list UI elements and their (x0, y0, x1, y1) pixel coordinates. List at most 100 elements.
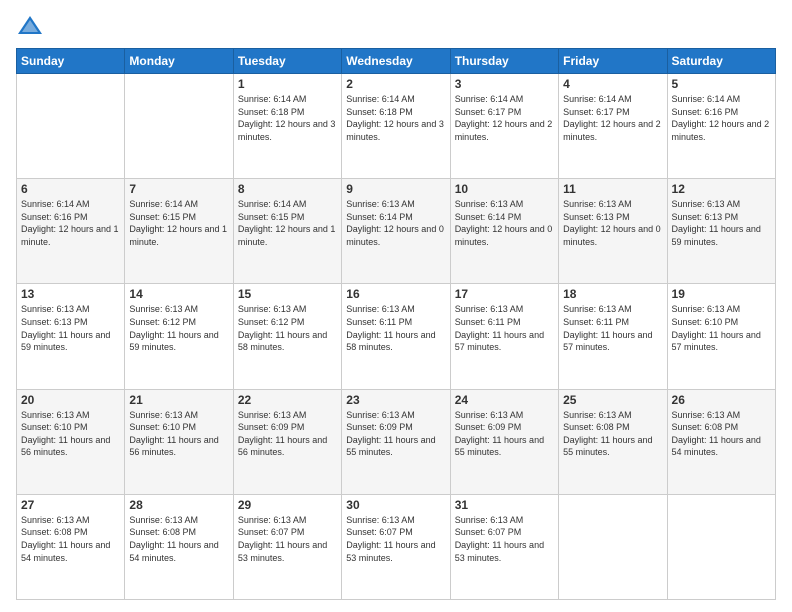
calendar-cell: 20 Sunrise: 6:13 AM Sunset: 6:10 PM Dayli… (17, 389, 125, 494)
logo-icon (16, 12, 44, 40)
cell-info: Sunrise: 6:13 AM Sunset: 6:07 PM Dayligh… (346, 514, 445, 564)
cell-info: Sunrise: 6:13 AM Sunset: 6:14 PM Dayligh… (455, 198, 554, 248)
day-number: 11 (563, 182, 662, 196)
calendar-cell: 24Sunrise: 6:13 AM Sunset: 6:09 PM Dayli… (450, 389, 558, 494)
day-number: 22 (238, 393, 337, 407)
cell-info: Sunrise: 6:13 AM Sunset: 6:10 PM Dayligh… (21, 409, 120, 459)
calendar-cell: 1 Sunrise: 6:14 AM Sunset: 6:18 PM Daylig… (233, 74, 341, 179)
day-number: 8 (238, 182, 337, 196)
cell-info: Sunrise: 6:13 AM Sunset: 6:08 PM Dayligh… (21, 514, 120, 564)
day-number: 23 (346, 393, 445, 407)
day-of-week-header: Tuesday (233, 49, 341, 74)
cell-info: Sunrise: 6:13 AM Sunset: 6:09 PM Dayligh… (238, 409, 337, 459)
calendar-week-row: 27 Sunrise: 6:13 AM Sunset: 6:08 PM Dayli… (17, 494, 776, 599)
calendar-cell: 2 Sunrise: 6:14 AM Sunset: 6:18 PM Daylig… (342, 74, 450, 179)
day-of-week-header: Wednesday (342, 49, 450, 74)
calendar-table: SundayMondayTuesdayWednesdayThursdayFrid… (16, 48, 776, 600)
day-number: 13 (21, 287, 120, 301)
cell-info: Sunrise: 6:13 AM Sunset: 6:12 PM Dayligh… (129, 303, 228, 353)
calendar-cell: 25Sunrise: 6:13 AM Sunset: 6:08 PM Dayli… (559, 389, 667, 494)
day-number: 31 (455, 498, 554, 512)
day-number: 1 (238, 77, 337, 91)
calendar-cell: 8 Sunrise: 6:14 AM Sunset: 6:15 PM Daylig… (233, 179, 341, 284)
day-number: 19 (672, 287, 771, 301)
calendar-week-row: 1 Sunrise: 6:14 AM Sunset: 6:18 PM Daylig… (17, 74, 776, 179)
calendar-cell: 13 Sunrise: 6:13 AM Sunset: 6:13 PM Dayli… (17, 284, 125, 389)
day-number: 4 (563, 77, 662, 91)
day-number: 18 (563, 287, 662, 301)
cell-info: Sunrise: 6:13 AM Sunset: 6:12 PM Dayligh… (238, 303, 337, 353)
cell-info: Sunrise: 6:14 AM Sunset: 6:18 PM Dayligh… (238, 93, 337, 143)
calendar-cell: 9Sunrise: 6:13 AM Sunset: 6:14 PM Daylig… (342, 179, 450, 284)
calendar-cell: 30Sunrise: 6:13 AM Sunset: 6:07 PM Dayli… (342, 494, 450, 599)
calendar-cell (125, 74, 233, 179)
cell-info: Sunrise: 6:13 AM Sunset: 6:11 PM Dayligh… (455, 303, 554, 353)
cell-info: Sunrise: 6:14 AM Sunset: 6:17 PM Dayligh… (563, 93, 662, 143)
calendar-cell: 26 Sunrise: 6:13 AM Sunset: 6:08 PM Dayli… (667, 389, 775, 494)
calendar-cell: 29 Sunrise: 6:13 AM Sunset: 6:07 PM Dayli… (233, 494, 341, 599)
day-number: 3 (455, 77, 554, 91)
calendar-cell: 27 Sunrise: 6:13 AM Sunset: 6:08 PM Dayli… (17, 494, 125, 599)
calendar-cell: 31 Sunrise: 6:13 AM Sunset: 6:07 PM Dayli… (450, 494, 558, 599)
cell-info: Sunrise: 6:13 AM Sunset: 6:13 PM Dayligh… (672, 198, 771, 248)
calendar-cell: 5Sunrise: 6:14 AM Sunset: 6:16 PM Daylig… (667, 74, 775, 179)
day-number: 15 (238, 287, 337, 301)
cell-info: Sunrise: 6:13 AM Sunset: 6:10 PM Dayligh… (672, 303, 771, 353)
calendar-cell: 3Sunrise: 6:14 AM Sunset: 6:17 PM Daylig… (450, 74, 558, 179)
calendar-cell: 21 Sunrise: 6:13 AM Sunset: 6:10 PM Dayli… (125, 389, 233, 494)
cell-info: Sunrise: 6:13 AM Sunset: 6:13 PM Dayligh… (21, 303, 120, 353)
day-number: 26 (672, 393, 771, 407)
cell-info: Sunrise: 6:13 AM Sunset: 6:07 PM Dayligh… (238, 514, 337, 564)
cell-info: Sunrise: 6:14 AM Sunset: 6:15 PM Dayligh… (238, 198, 337, 248)
day-number: 21 (129, 393, 228, 407)
day-number: 20 (21, 393, 120, 407)
calendar-week-row: 13 Sunrise: 6:13 AM Sunset: 6:13 PM Dayli… (17, 284, 776, 389)
day-number: 6 (21, 182, 120, 196)
calendar-cell: 10 Sunrise: 6:13 AM Sunset: 6:14 PM Dayli… (450, 179, 558, 284)
day-number: 16 (346, 287, 445, 301)
day-number: 27 (21, 498, 120, 512)
calendar-cell: 7 Sunrise: 6:14 AM Sunset: 6:15 PM Daylig… (125, 179, 233, 284)
day-of-week-header: Friday (559, 49, 667, 74)
page: SundayMondayTuesdayWednesdayThursdayFrid… (0, 0, 792, 612)
calendar-cell: 14Sunrise: 6:13 AM Sunset: 6:12 PM Dayli… (125, 284, 233, 389)
cell-info: Sunrise: 6:13 AM Sunset: 6:08 PM Dayligh… (672, 409, 771, 459)
cell-info: Sunrise: 6:13 AM Sunset: 6:14 PM Dayligh… (346, 198, 445, 248)
logo (16, 12, 48, 40)
calendar-cell: 19 Sunrise: 6:13 AM Sunset: 6:10 PM Dayli… (667, 284, 775, 389)
day-number: 10 (455, 182, 554, 196)
day-number: 17 (455, 287, 554, 301)
day-of-week-header: Saturday (667, 49, 775, 74)
day-number: 2 (346, 77, 445, 91)
day-of-week-header: Monday (125, 49, 233, 74)
day-number: 7 (129, 182, 228, 196)
calendar-cell: 6 Sunrise: 6:14 AM Sunset: 6:16 PM Daylig… (17, 179, 125, 284)
calendar-cell: 28Sunrise: 6:13 AM Sunset: 6:08 PM Dayli… (125, 494, 233, 599)
calendar-week-row: 20 Sunrise: 6:13 AM Sunset: 6:10 PM Dayli… (17, 389, 776, 494)
cell-info: Sunrise: 6:13 AM Sunset: 6:07 PM Dayligh… (455, 514, 554, 564)
calendar-cell: 18Sunrise: 6:13 AM Sunset: 6:11 PM Dayli… (559, 284, 667, 389)
cell-info: Sunrise: 6:14 AM Sunset: 6:16 PM Dayligh… (672, 93, 771, 143)
day-of-week-header: Thursday (450, 49, 558, 74)
calendar-cell: 12 Sunrise: 6:13 AM Sunset: 6:13 PM Dayli… (667, 179, 775, 284)
calendar-cell: 23 Sunrise: 6:13 AM Sunset: 6:09 PM Dayli… (342, 389, 450, 494)
cell-info: Sunrise: 6:13 AM Sunset: 6:13 PM Dayligh… (563, 198, 662, 248)
header (16, 12, 776, 40)
cell-info: Sunrise: 6:13 AM Sunset: 6:09 PM Dayligh… (346, 409, 445, 459)
calendar-cell: 17 Sunrise: 6:13 AM Sunset: 6:11 PM Dayli… (450, 284, 558, 389)
cell-info: Sunrise: 6:13 AM Sunset: 6:11 PM Dayligh… (346, 303, 445, 353)
cell-info: Sunrise: 6:13 AM Sunset: 6:08 PM Dayligh… (129, 514, 228, 564)
calendar-cell (17, 74, 125, 179)
cell-info: Sunrise: 6:14 AM Sunset: 6:16 PM Dayligh… (21, 198, 120, 248)
day-number: 29 (238, 498, 337, 512)
calendar-cell: 4 Sunrise: 6:14 AM Sunset: 6:17 PM Daylig… (559, 74, 667, 179)
day-number: 12 (672, 182, 771, 196)
calendar-week-row: 6 Sunrise: 6:14 AM Sunset: 6:16 PM Daylig… (17, 179, 776, 284)
calendar-cell: 11 Sunrise: 6:13 AM Sunset: 6:13 PM Dayli… (559, 179, 667, 284)
cell-info: Sunrise: 6:13 AM Sunset: 6:10 PM Dayligh… (129, 409, 228, 459)
cell-info: Sunrise: 6:14 AM Sunset: 6:18 PM Dayligh… (346, 93, 445, 143)
day-number: 24 (455, 393, 554, 407)
calendar-cell: 22 Sunrise: 6:13 AM Sunset: 6:09 PM Dayli… (233, 389, 341, 494)
calendar-cell: 15 Sunrise: 6:13 AM Sunset: 6:12 PM Dayli… (233, 284, 341, 389)
cell-info: Sunrise: 6:14 AM Sunset: 6:15 PM Dayligh… (129, 198, 228, 248)
